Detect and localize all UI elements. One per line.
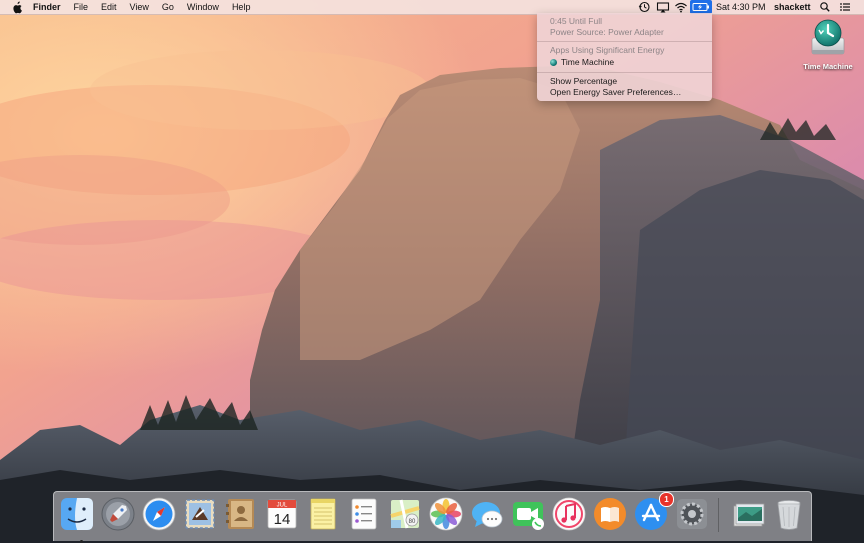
dock-maps[interactable]: 80 — [387, 496, 423, 532]
calendar-month: JUL — [277, 503, 288, 509]
calendar-day: 14 — [274, 511, 291, 528]
menu-go[interactable]: Go — [162, 0, 174, 14]
menu-separator — [537, 41, 712, 42]
menu-help[interactable]: Help — [232, 0, 251, 14]
menu-clock[interactable]: Sat 4:30 PM — [716, 0, 766, 14]
airplay-icon[interactable] — [656, 0, 670, 14]
wifi-icon[interactable] — [674, 0, 688, 14]
menu-finder[interactable]: Finder — [33, 0, 61, 14]
dock-photos[interactable] — [428, 496, 464, 532]
desktop-icon-label: Time Machine — [803, 62, 853, 71]
menu-window[interactable]: Window — [187, 0, 219, 14]
battery-charging-icon[interactable] — [690, 0, 712, 14]
dock-calendar[interactable]: JUL 14 — [264, 496, 300, 532]
system-preferences-icon — [677, 499, 707, 529]
menu-bar: Finder File Edit View Go Window Help Sat… — [0, 0, 864, 15]
spotlight-search-icon[interactable] — [819, 0, 831, 14]
safari-icon — [142, 497, 176, 531]
energy-apps-header: Apps Using Significant Energy — [550, 45, 665, 55]
mail-icon — [185, 499, 215, 529]
dock-safari[interactable] — [141, 496, 177, 532]
battery-time-remaining: 0:45 Until Full — [550, 16, 602, 26]
dock-messages[interactable] — [469, 496, 505, 532]
dock-itunes[interactable] — [551, 496, 587, 532]
facetime-icon — [513, 502, 544, 530]
energy-saver-prefs-item[interactable]: Open Energy Saver Preferences… — [550, 87, 681, 97]
battery-power-source: Power Source: Power Adapter — [550, 27, 664, 37]
dock-facetime[interactable] — [510, 496, 546, 532]
dock-mail[interactable] — [182, 496, 218, 532]
downloads-stack-icon — [733, 503, 765, 527]
menu-edit[interactable]: Edit — [101, 0, 117, 14]
photos-icon — [429, 497, 463, 531]
menu-separator — [537, 72, 712, 73]
dock-app-store[interactable]: 1 — [633, 492, 674, 532]
time-machine-drive-icon — [811, 19, 845, 55]
messages-icon — [472, 502, 503, 528]
app-store-badge: 1 — [659, 492, 674, 507]
dock-ibooks[interactable] — [592, 496, 628, 532]
dock-contacts[interactable] — [223, 496, 259, 532]
reminders-icon — [351, 498, 377, 530]
menu-user-name[interactable]: shackett — [774, 0, 811, 14]
notification-center-icon[interactable] — [838, 0, 852, 14]
calendar-icon: JUL 14 — [267, 499, 297, 529]
dock-notes[interactable] — [305, 496, 341, 532]
dock-reminders[interactable] — [346, 496, 382, 532]
trash-icon — [777, 500, 801, 530]
dock-launchpad[interactable] — [100, 496, 136, 532]
menu-file[interactable]: File — [74, 0, 89, 14]
dock-downloads-stack[interactable] — [730, 496, 766, 532]
contacts-icon — [226, 499, 254, 529]
menu-items: Finder File Edit View Go Window Help — [33, 0, 263, 14]
desktop-icon-time-machine[interactable]: Time Machine — [798, 18, 858, 71]
time-machine-app-icon — [550, 59, 557, 66]
maps-icon: 80 — [390, 499, 420, 529]
notes-icon — [310, 498, 336, 530]
dock: JUL 14 80 1 — [53, 491, 812, 543]
dock-trash[interactable] — [771, 496, 807, 532]
desktop-wallpaper — [0, 0, 864, 540]
energy-app-item[interactable]: Time Machine — [550, 57, 614, 67]
time-machine-icon[interactable] — [638, 0, 651, 14]
launchpad-icon — [101, 497, 135, 531]
energy-app-label: Time Machine — [561, 57, 615, 67]
battery-menu: 0:45 Until Full Power Source: Power Adap… — [537, 13, 712, 101]
dock-system-preferences[interactable] — [674, 496, 710, 532]
itunes-icon — [552, 497, 586, 531]
ibooks-icon — [594, 498, 626, 530]
finder-icon — [61, 498, 93, 530]
menu-view[interactable]: View — [130, 0, 149, 14]
show-percentage-item[interactable]: Show Percentage — [550, 76, 617, 86]
dock-separator — [718, 498, 719, 532]
svg-text:80: 80 — [409, 519, 416, 525]
dock-finder[interactable] — [59, 496, 95, 543]
apple-logo-icon[interactable] — [11, 0, 23, 14]
